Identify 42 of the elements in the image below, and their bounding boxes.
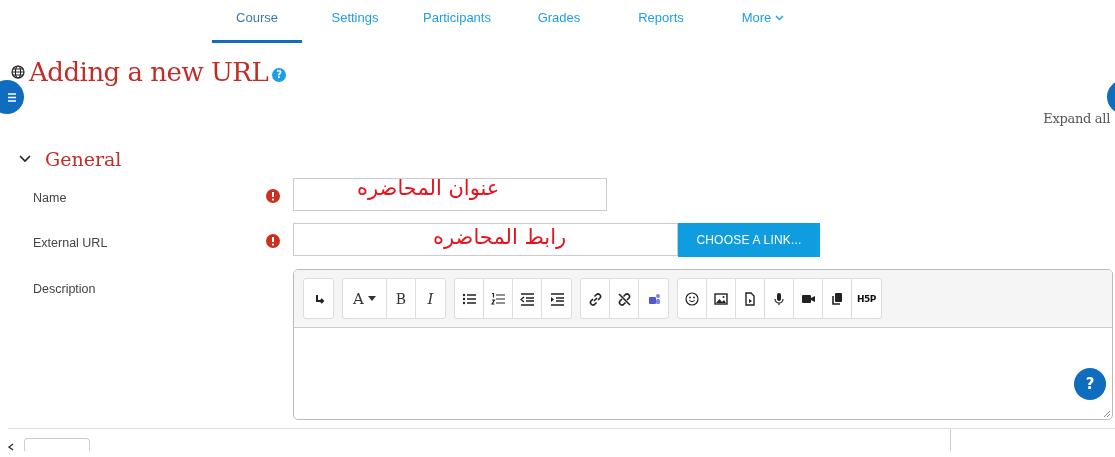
unlink-icon — [617, 291, 631, 306]
file-icon — [743, 291, 757, 306]
help-button[interactable]: ? — [1074, 368, 1106, 400]
nav-tab[interactable]: Course — [212, 0, 302, 43]
expand-all-link[interactable]: Expand all — [1043, 111, 1110, 126]
bold-button[interactable]: B — [387, 279, 416, 318]
resize-handle-icon[interactable] — [1103, 410, 1111, 418]
outdent-icon — [520, 291, 534, 306]
field-label: External URL — [33, 236, 108, 250]
url-input-field[interactable] — [293, 223, 678, 256]
field-label: Description — [33, 282, 96, 296]
nav-tab[interactable]: Settings — [310, 0, 400, 43]
caret-icon — [367, 296, 376, 301]
chevron-left-icon[interactable] — [8, 443, 14, 451]
font-style-button[interactable]: A — [343, 279, 387, 318]
menu-icon — [8, 92, 16, 102]
chevron-down-icon[interactable] — [19, 155, 31, 163]
page-title: Adding a new URL — [29, 57, 269, 87]
numbered-list-icon — [491, 291, 505, 306]
field-label: Name — [33, 191, 67, 205]
name-input-field[interactable] — [293, 178, 607, 211]
copy-icon — [830, 291, 844, 306]
teams-icon — [646, 291, 661, 306]
nav-tab[interactable]: Grades — [514, 0, 604, 43]
bullet-list-icon — [462, 291, 476, 306]
nav-tab[interactable]: Reports — [616, 0, 706, 43]
help-icon[interactable]: ? — [272, 68, 287, 82]
section-title[interactable]: General — [45, 148, 122, 170]
globe-icon — [11, 65, 25, 79]
smiley-icon — [685, 291, 699, 306]
indent-icon — [549, 291, 564, 306]
link-icon — [588, 291, 602, 306]
choose-link-button[interactable]: CHOOSE A LINK... — [678, 223, 820, 257]
microphone-icon — [772, 291, 786, 306]
image-icon — [714, 291, 728, 306]
drawer-toggle-button[interactable] — [0, 80, 24, 114]
italic-button[interactable]: I — [416, 279, 445, 318]
nav-tab[interactable]: More — [718, 0, 808, 43]
handwritten-annotation: رابط المحاضره — [433, 225, 567, 249]
h5p-button[interactable]: H5P — [852, 279, 881, 318]
handwritten-annotation: عنوان المحاضره — [357, 176, 500, 200]
nav-tab[interactable]: Participants — [412, 0, 502, 43]
